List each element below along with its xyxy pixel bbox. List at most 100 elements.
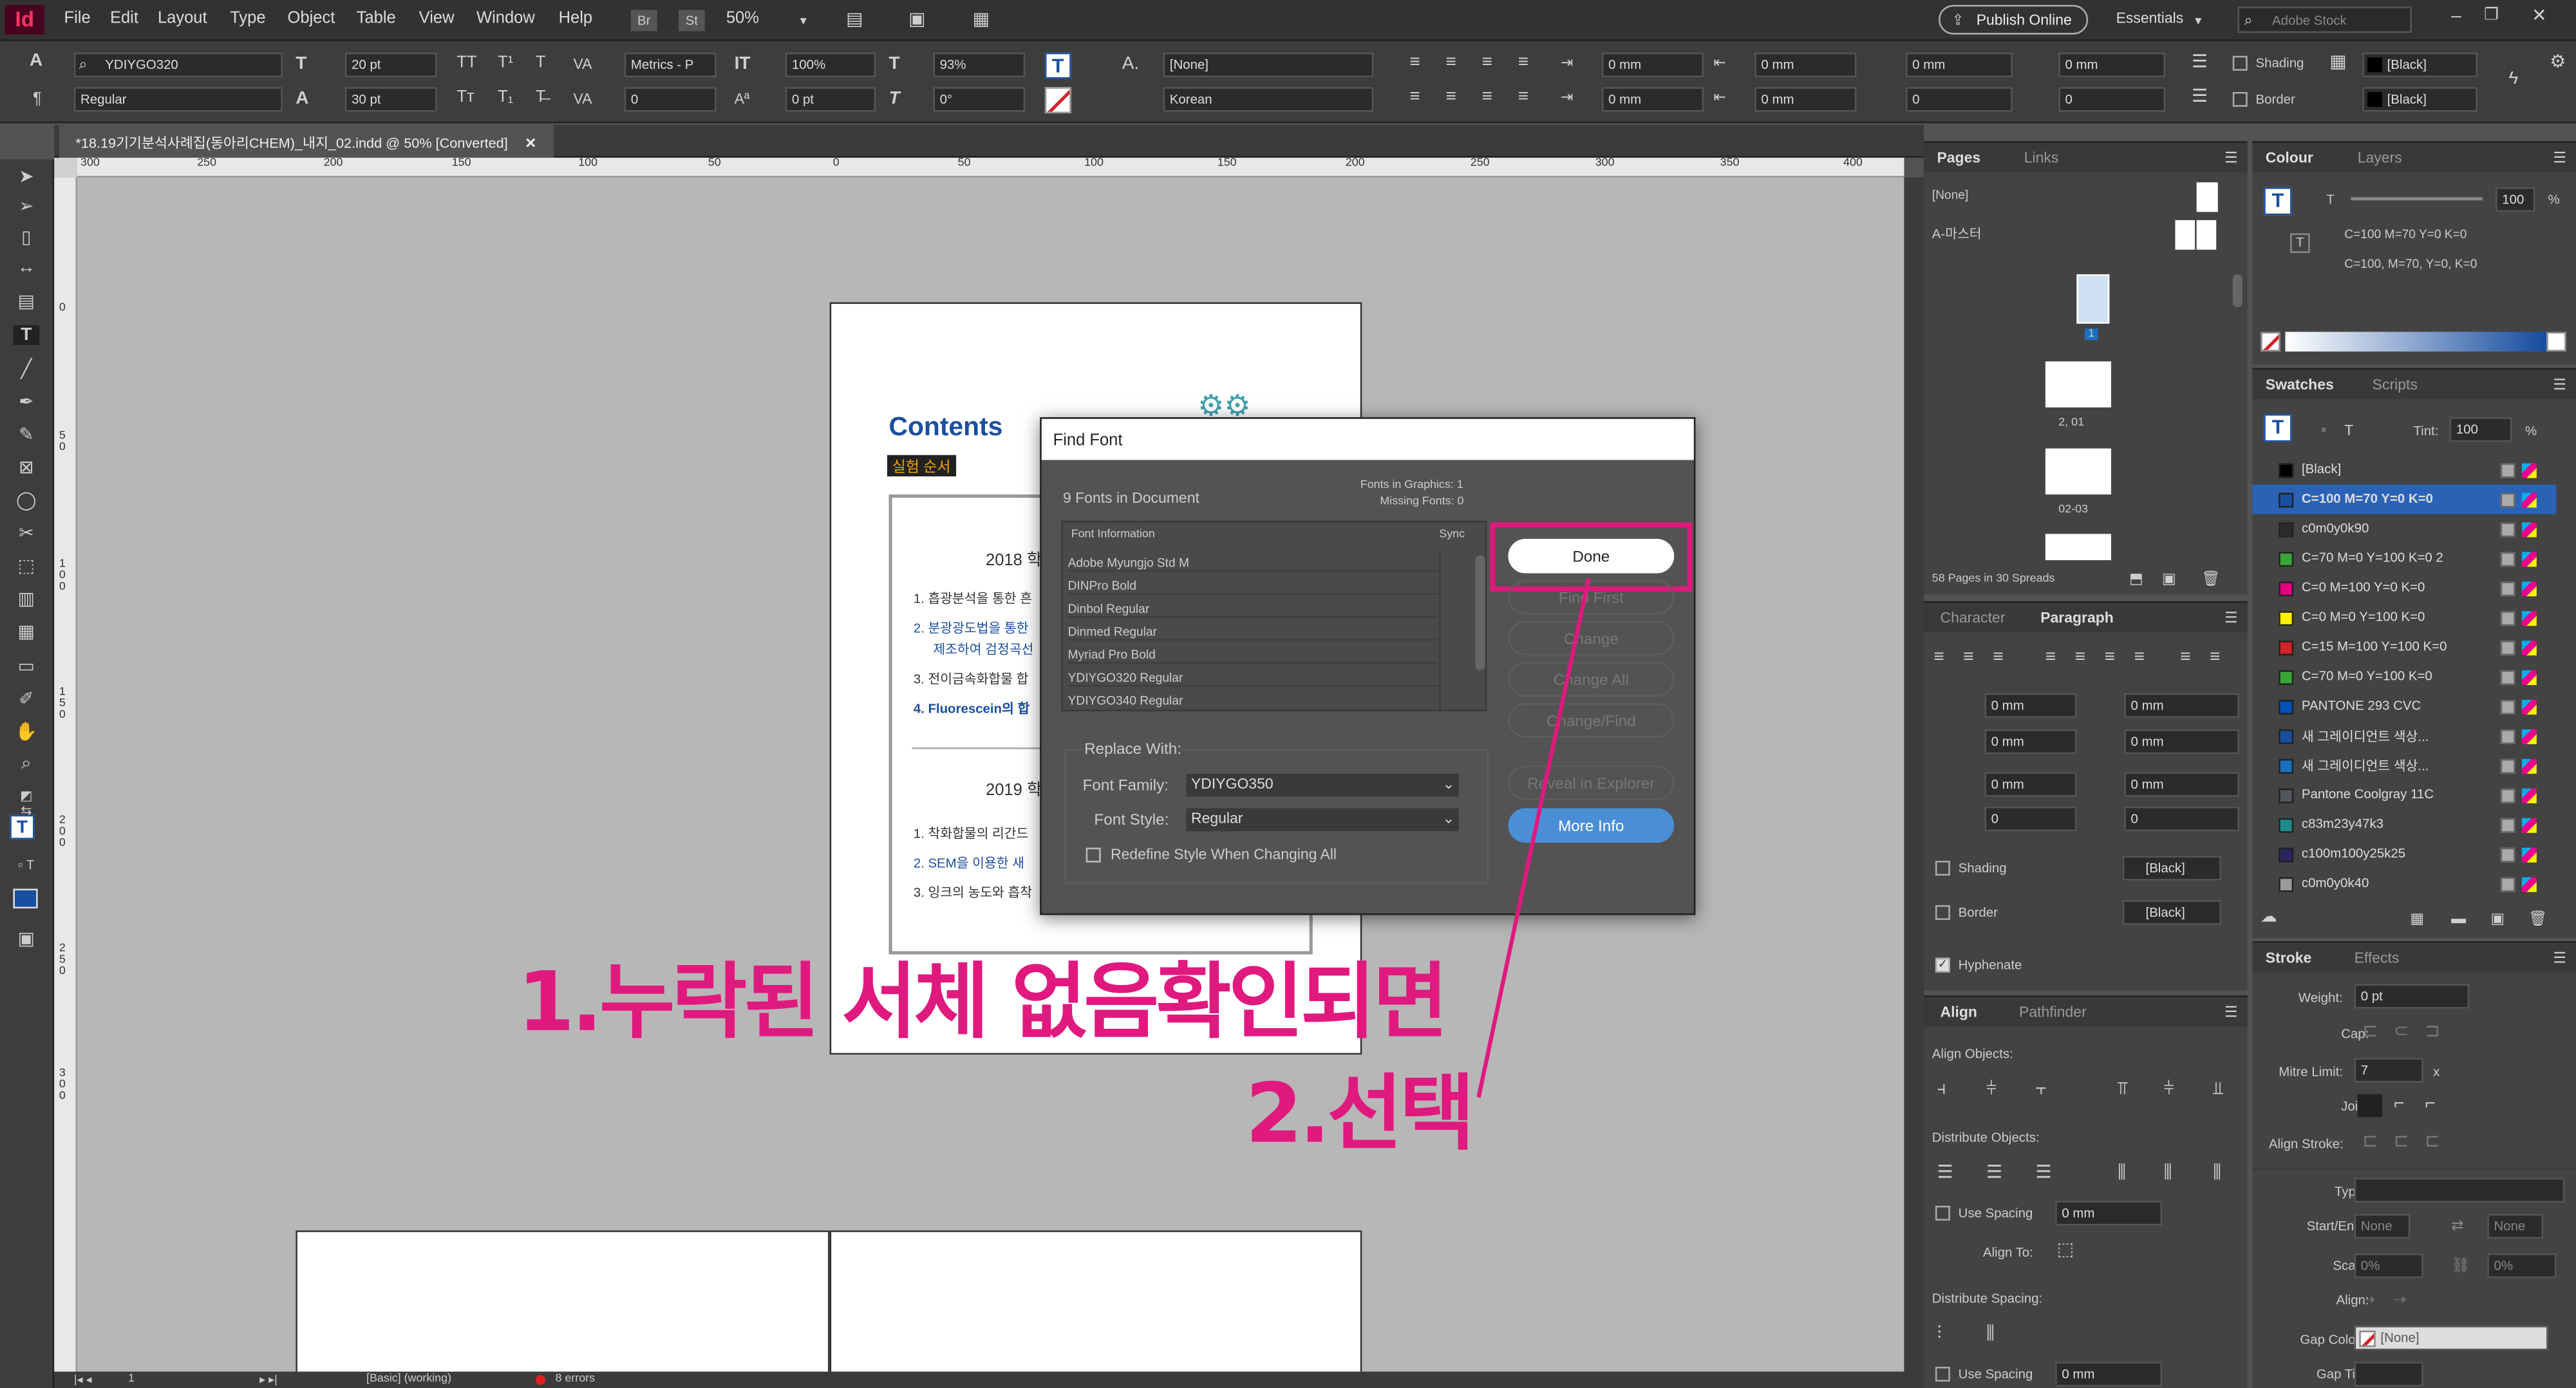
shading-swatch-field[interactable]: [Black] <box>2122 856 2221 881</box>
justify-all-icon[interactable]: ≡ <box>2134 647 2145 667</box>
bevel-join-icon[interactable]: ⌐ <box>2425 1094 2435 1114</box>
swatch-row[interactable]: C=100 M=70 Y=0 K=0 <box>2252 484 2557 514</box>
panel-menu-icon[interactable]: ☰ <box>2224 608 2238 628</box>
arrow-tip-icon[interactable]: ⇢ <box>2362 1290 2374 1309</box>
swatch-row[interactable]: Pantone Coolgray 11C <box>2252 780 2556 810</box>
stroke-text-icon[interactable]: T <box>2290 233 2310 253</box>
page-thumbnail[interactable] <box>2196 220 2217 250</box>
align-away-spine-icon[interactable]: ≡ <box>2210 647 2220 667</box>
justify-left-icon[interactable]: ≡ <box>2045 647 2056 667</box>
round-cap-icon[interactable]: ⊂ <box>2394 1022 2409 1042</box>
swap-icon[interactable]: ⇄ <box>2451 1215 2463 1235</box>
none-master[interactable]: [None] <box>1932 187 1968 202</box>
align-stroke-inside-icon[interactable]: ⊏ <box>2394 1132 2409 1152</box>
distribute-bottom-icon[interactable]: ☰ <box>2036 1163 2052 1183</box>
fill-text-icon[interactable]: T <box>2264 414 2292 442</box>
page-thumbnail[interactable] <box>2076 274 2110 324</box>
tint-field[interactable]: 100 <box>2496 187 2535 212</box>
swatch-row[interactable]: c83m23y47k3 <box>2252 810 2556 839</box>
none-colour-icon[interactable] <box>2261 332 2280 352</box>
tab-pathfinder[interactable]: Pathfinder <box>2019 1004 2087 1020</box>
folder-icon[interactable]: ▬ <box>2451 908 2466 928</box>
tab-colour[interactable]: Colour <box>2266 149 2313 166</box>
page-thumbnail[interactable] <box>2045 448 2111 495</box>
align-right-edges-icon[interactable]: ⫟ <box>2036 1079 2047 1099</box>
projecting-cap-icon[interactable]: ⊐ <box>2425 1022 2440 1042</box>
spacing-field[interactable]: 0 mm <box>2055 1362 2163 1387</box>
tint-field[interactable]: 100 <box>2449 417 2512 442</box>
container-icon[interactable]: ▫ <box>2322 420 2326 440</box>
distribute-top-icon[interactable]: ☰ <box>1937 1163 1953 1183</box>
gap-tint-field[interactable] <box>2354 1362 2423 1387</box>
round-join-icon[interactable]: ⌐ <box>2394 1094 2404 1114</box>
panel-menu-icon[interactable]: ☰ <box>2224 148 2238 168</box>
justify-right-icon[interactable]: ≡ <box>2105 647 2115 667</box>
justify-center-icon[interactable]: ≡ <box>2075 647 2085 667</box>
spacing-field[interactable]: 0 mm <box>2055 1201 2163 1226</box>
edit-page-size-icon[interactable]: ⬒ <box>2129 568 2143 588</box>
swatch-row[interactable]: c0m0y0k40 <box>2252 869 2556 899</box>
tint-slider[interactable] <box>2351 197 2483 201</box>
tab-effects[interactable]: Effects <box>2355 950 2400 966</box>
end-scale-field[interactable]: 0% <box>2487 1253 2557 1279</box>
tab-layers[interactable]: Layers <box>2358 149 2402 166</box>
tab-stroke[interactable]: Stroke <box>2266 950 2311 966</box>
align-vertical-centers-icon[interactable]: ⫩ <box>2164 1079 2174 1099</box>
distribute-hcenter-icon[interactable]: ⫼ <box>2164 1163 2172 1183</box>
right-indent-field[interactable]: 0 mm <box>2124 693 2239 718</box>
tab-align[interactable]: Align <box>1941 1004 1977 1020</box>
align-horizontal-centers-icon[interactable]: ⫩ <box>1986 1079 1997 1099</box>
align-left-icon[interactable]: ≡ <box>1933 647 1944 667</box>
start-arrow-select[interactable]: None <box>2354 1214 2411 1239</box>
swatch-row[interactable]: C=70 M=0 Y=100 K=0 <box>2252 662 2556 691</box>
space-after-field[interactable]: 0 mm <box>2124 772 2239 797</box>
distribute-vspace-icon[interactable]: ⫶ <box>1937 1324 1941 1344</box>
weight-field[interactable]: 0 pt <box>2354 984 2470 1009</box>
distribute-left-icon[interactable]: ⫼ <box>2118 1163 2126 1183</box>
swatch-row[interactable]: c100m100y25k25 <box>2252 839 2556 869</box>
tab-paragraph[interactable]: Paragraph <box>2040 610 2114 626</box>
left-indent-field[interactable]: 0 mm <box>1984 693 2077 718</box>
pages-scrollbar[interactable] <box>2232 274 2243 308</box>
shading-checkbox[interactable] <box>1935 861 1950 876</box>
swatch-row[interactable]: 새 그레이디언트 색상... <box>2252 751 2556 780</box>
start-scale-field[interactable]: 0% <box>2354 1253 2423 1279</box>
align-top-edges-icon[interactable]: ⫪ <box>2118 1079 2128 1099</box>
mitre-limit-field[interactable]: 7 <box>2354 1058 2423 1083</box>
align-bottom-edges-icon[interactable]: ⫫ <box>2213 1079 2223 1099</box>
mitre-join-icon[interactable] <box>2357 1094 2382 1118</box>
white-colour-chip[interactable] <box>2546 332 2566 352</box>
last-line-indent-field[interactable]: 0 mm <box>2124 729 2239 755</box>
page-thumbnail[interactable] <box>2196 182 2218 212</box>
page-thumbnail[interactable] <box>2175 220 2195 250</box>
hyphenate-checkbox[interactable]: ✓ <box>1935 957 1950 973</box>
swatch-row[interactable]: c0m0y0k90 <box>2252 514 2556 544</box>
swatch-row[interactable]: 새 그레이디언트 색상... <box>2252 721 2556 751</box>
swatch-row[interactable]: C=0 M=100 Y=0 K=0 <box>2252 574 2556 603</box>
tab-links[interactable]: Links <box>2024 149 2059 166</box>
end-arrow-select[interactable]: None <box>2487 1214 2544 1239</box>
master-a[interactable]: A-마스터 <box>1932 225 1982 243</box>
link-icon[interactable]: ⛓ <box>2451 1255 2470 1275</box>
arrow-end-icon[interactable]: ⇢ <box>2394 1290 2406 1309</box>
delete-swatch-icon[interactable]: 🗑 <box>2528 908 2547 928</box>
swatch-row[interactable]: [Black] <box>2252 455 2556 485</box>
swatch-row[interactable]: C=0 M=0 Y=100 K=0 <box>2252 603 2556 632</box>
align-towards-spine-icon[interactable]: ≡ <box>2180 647 2190 667</box>
first-line-indent-field[interactable]: 0 mm <box>1984 729 2077 755</box>
panel-menu-icon[interactable]: ☰ <box>2553 948 2566 968</box>
align-center-icon[interactable]: ≡ <box>1963 647 1973 667</box>
show-swatches-icon[interactable]: ▦ <box>2410 908 2424 928</box>
tab-swatches[interactable]: Swatches <box>2266 376 2334 393</box>
tab-scripts[interactable]: Scripts <box>2373 376 2418 393</box>
butt-cap-icon[interactable]: ⊏ <box>2362 1022 2378 1042</box>
space-before-field[interactable]: 0 mm <box>1984 772 2077 797</box>
align-stroke-center-icon[interactable]: ⊏ <box>2362 1132 2378 1152</box>
border-checkbox[interactable] <box>1935 905 1950 920</box>
use-spacing-checkbox[interactable] <box>1935 1367 1950 1382</box>
distribute-hspace-icon[interactable]: ⫼ <box>1986 1324 1995 1344</box>
swatch-row[interactable]: C=15 M=100 Y=100 K=0 <box>2252 632 2556 662</box>
delete-page-icon[interactable]: 🗑 <box>2201 568 2220 588</box>
colour-ramp[interactable] <box>2285 332 2547 352</box>
page-thumbnail[interactable] <box>2045 361 2111 408</box>
